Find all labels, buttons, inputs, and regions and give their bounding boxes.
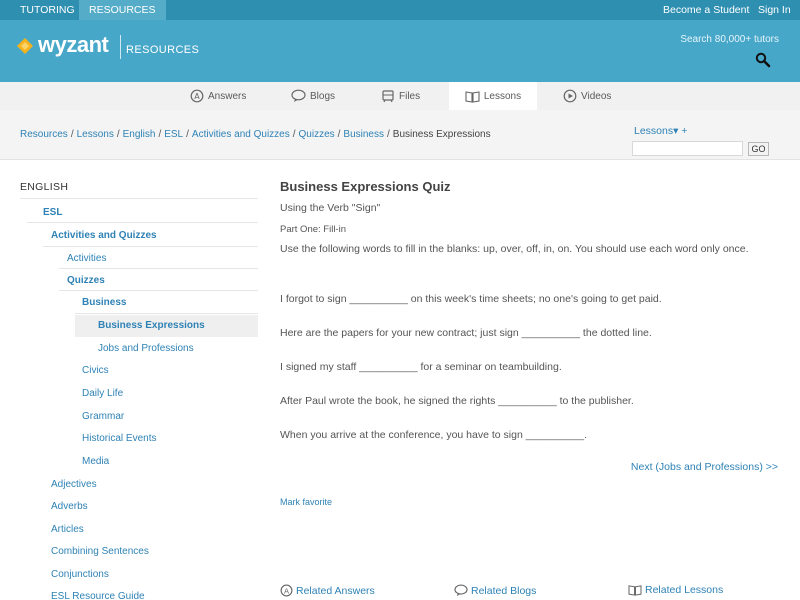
files-icon <box>382 90 394 103</box>
sidebar-divider <box>59 268 258 269</box>
nav-videos[interactable]: Videos <box>563 82 611 110</box>
related-lessons-label: Related Lessons <box>645 584 724 596</box>
quiz-sentence: I forgot to sign __________ on this week… <box>280 293 662 305</box>
quiz-sentence: I signed my staff __________ for a semin… <box>280 361 562 373</box>
sidebar-divider <box>27 222 258 223</box>
breadcrumb-link[interactable]: Resources <box>20 129 68 140</box>
sidebar-title: ENGLISH <box>20 181 69 193</box>
lessons-icon <box>465 90 480 103</box>
site-header: wyzant RESOURCES Search 80,000+ tutors <box>0 20 800 82</box>
lessons-dropdown[interactable]: Lessons▾ + <box>634 125 687 137</box>
quiz-part-label: Part One: Fill-in <box>280 224 346 235</box>
quiz-sentence: Here are the papers for your new contrac… <box>280 327 652 339</box>
nav-blogs-label: Blogs <box>310 90 336 102</box>
sidebar-item-activities-and-quizzes[interactable]: Activities and Quizzes <box>51 230 157 241</box>
tab-resources[interactable]: RESOURCES <box>79 0 166 20</box>
sidebar-item-quizzes[interactable]: Quizzes <box>67 275 105 286</box>
blogs-icon <box>454 584 468 597</box>
breadcrumb-link[interactable]: Activities and Quizzes <box>192 129 290 140</box>
next-lesson-link[interactable]: Next (Jobs and Professions) >> <box>631 461 778 473</box>
nav-videos-label: Videos <box>581 90 612 102</box>
sidebar-divider <box>20 198 258 199</box>
go-button[interactable]: GO <box>748 142 769 156</box>
tab-tutoring[interactable]: TUTORING <box>10 0 85 20</box>
answers-icon: A <box>190 89 204 103</box>
breadcrumb-link[interactable]: English <box>123 129 156 140</box>
sidebar-divider <box>59 290 258 291</box>
sidebar-item-grammar[interactable]: Grammar <box>82 411 124 422</box>
wyzant-logo-icon <box>17 38 33 54</box>
logo-divider <box>120 35 121 59</box>
breadcrumb-link[interactable]: Business <box>343 129 384 140</box>
logo-section-label: RESOURCES <box>126 44 200 56</box>
lessons-icon <box>628 585 642 596</box>
sidebar-divider <box>75 313 258 314</box>
sidebar-item-esl-resource-guide[interactable]: ESL Resource Guide <box>51 591 145 600</box>
quiz-sentence: After Paul wrote the book, he signed the… <box>280 395 634 407</box>
svg-text:A: A <box>194 92 200 101</box>
sidebar-item-activities[interactable]: Activities <box>67 253 106 264</box>
sidebar-divider <box>43 246 258 247</box>
become-student-link[interactable]: Become a Student <box>663 0 749 20</box>
sidebar-item-daily-life[interactable]: Daily Life <box>82 388 123 399</box>
quiz-instructions: Use the following words to fill in the b… <box>280 243 749 255</box>
nav-files[interactable]: Files <box>381 82 420 110</box>
sidebar-item-combining-sentences[interactable]: Combining Sentences <box>51 546 149 557</box>
sidebar-item-business[interactable]: Business <box>82 297 126 308</box>
related-blogs-link[interactable]: Related Blogs <box>454 584 536 597</box>
sidebar-item-civics[interactable]: Civics <box>82 365 109 376</box>
logo-wordmark[interactable]: wyzant <box>38 32 109 58</box>
sign-in-link[interactable]: Sign In <box>758 0 791 20</box>
nav-answers-label: Answers <box>208 90 247 102</box>
nav-lessons-label: Lessons <box>483 90 522 102</box>
quiz-sentence: When you arrive at the conference, you h… <box>280 429 588 441</box>
related-lessons-link[interactable]: Related Lessons <box>628 584 723 596</box>
sidebar-item-conjunctions[interactable]: Conjunctions <box>51 569 109 580</box>
breadcrumb: Resources / Lessons / English / ESL / Activities… <box>20 129 491 140</box>
breadcrumb-separator: / <box>158 129 162 140</box>
breadcrumb-current: Business Expressions <box>392 129 491 140</box>
breadcrumb-separator: / <box>116 129 120 140</box>
page-title: Business Expressions Quiz <box>280 179 451 194</box>
breadcrumb-link[interactable]: ESL <box>164 129 183 140</box>
sidebar-item-adverbs[interactable]: Adverbs <box>51 501 88 512</box>
answers-icon: A <box>280 584 293 597</box>
breadcrumb-link[interactable]: Lessons <box>77 129 114 140</box>
related-answers-label: Related Answers <box>296 584 375 597</box>
related-answers-link[interactable]: A Related Answers <box>280 584 375 597</box>
breadcrumb-separator: / <box>387 129 390 140</box>
nav-lessons[interactable]: Lessons <box>449 82 537 110</box>
nav-files-label: Files <box>399 90 421 102</box>
sidebar-item-media[interactable]: Media <box>82 456 109 467</box>
sidebar-item-articles[interactable]: Articles <box>51 524 84 535</box>
resource-nav: A Answers Blogs Files Lessons Videos <box>0 82 800 110</box>
sidebar-item-business-expressions[interactable]: Business Expressions <box>98 320 205 331</box>
sidebar-item-adjectives[interactable]: Adjectives <box>51 479 97 490</box>
breadcrumb-link[interactable]: Quizzes <box>299 129 335 140</box>
related-blogs-label: Related Blogs <box>471 584 537 597</box>
nav-blogs[interactable]: Blogs <box>291 82 335 110</box>
search-tutors-label: Search 80,000+ tutors <box>680 34 779 45</box>
top-bar: TUTORING RESOURCES Become a Student Sign… <box>0 0 800 20</box>
page-subtitle: Using the Verb "Sign" <box>280 202 381 214</box>
sidebar-item-jobs-and-professions[interactable]: Jobs and Professions <box>98 343 194 354</box>
breadcrumb-separator: / <box>186 129 189 140</box>
nav-answers[interactable]: A Answers <box>190 82 246 110</box>
breadcrumb-separator: / <box>292 129 296 140</box>
breadcrumb-separator: / <box>70 129 74 140</box>
mark-favorite-link[interactable]: Mark favorite <box>280 497 332 507</box>
blogs-icon <box>291 89 306 102</box>
breadcrumb-separator: / <box>337 129 341 140</box>
sidebar-item-esl[interactable]: ESL <box>43 207 62 218</box>
svg-text:A: A <box>284 586 289 595</box>
sidebar-item-historical-events[interactable]: Historical Events <box>82 433 156 444</box>
lessons-search-input[interactable] <box>632 141 743 156</box>
search-icon[interactable] <box>755 52 771 68</box>
videos-icon <box>563 89 577 103</box>
